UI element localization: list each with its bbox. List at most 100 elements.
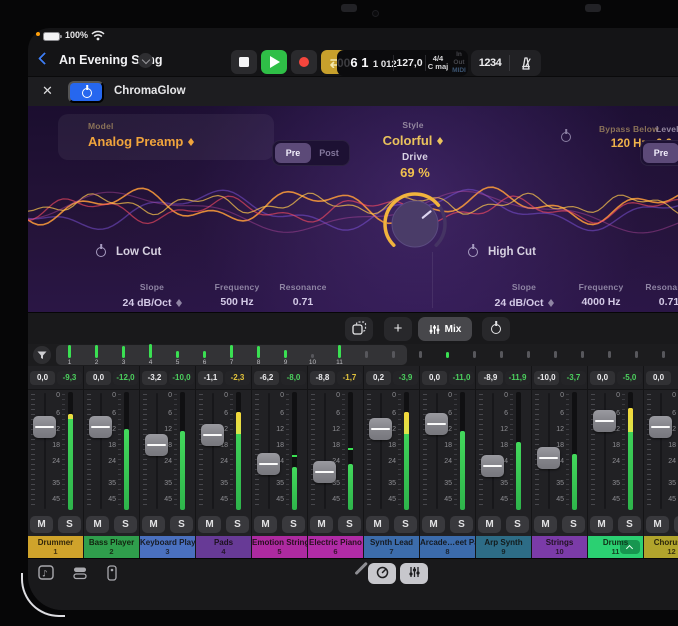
- solo-button[interactable]: S: [338, 516, 361, 533]
- fader-handle[interactable]: [145, 434, 168, 456]
- volume-value[interactable]: -10,0: [534, 371, 559, 385]
- solo-button[interactable]: S: [282, 516, 305, 533]
- volume-value[interactable]: 0,0: [590, 371, 615, 385]
- high-cut-power-icon[interactable]: [468, 247, 478, 257]
- fader-handle[interactable]: [369, 418, 392, 440]
- solo-button[interactable]: S: [450, 516, 473, 533]
- record-button[interactable]: [291, 50, 317, 74]
- mix-view-button[interactable]: Mix: [418, 317, 472, 341]
- fader-handle[interactable]: [425, 413, 448, 435]
- track-name-cell[interactable]: Drummer 1: [28, 536, 83, 558]
- filter-button[interactable]: [33, 346, 51, 364]
- collapse-track-stack-button[interactable]: [620, 540, 640, 554]
- mute-button[interactable]: M: [254, 516, 277, 533]
- stop-button[interactable]: [231, 50, 257, 74]
- duplicate-button[interactable]: [345, 317, 373, 341]
- mute-button[interactable]: M: [646, 516, 669, 533]
- solo-button[interactable]: S: [170, 516, 193, 533]
- volume-value[interactable]: -8,8: [310, 371, 335, 385]
- song-menu-button[interactable]: [138, 53, 153, 68]
- lcd-display[interactable]: 006 1 1 012 127,0 4/4C maj In Out MIDI: [337, 50, 468, 76]
- volume-value[interactable]: -1,1: [198, 371, 223, 385]
- mute-button[interactable]: M: [422, 516, 445, 533]
- metronome-icon[interactable]: [518, 56, 534, 71]
- high-cut-frequency[interactable]: Frequency 4000 Hz: [570, 282, 632, 308]
- low-cut-resonance[interactable]: Resonance 0.71: [274, 282, 332, 308]
- high-cut-pre-post-toggle[interactable]: Pre Post: [640, 140, 678, 166]
- fader-handle[interactable]: [257, 453, 280, 475]
- mute-button[interactable]: M: [142, 516, 165, 533]
- volume-value[interactable]: -8,9: [478, 371, 503, 385]
- volume-value[interactable]: 0,0: [646, 371, 671, 385]
- mute-button[interactable]: M: [198, 516, 221, 533]
- add-track-button[interactable]: +: [384, 317, 412, 341]
- track-name-cell[interactable]: Arp Synth 9: [476, 536, 531, 558]
- track-name-cell[interactable]: Electric Piano 6: [308, 536, 363, 558]
- fader-handle[interactable]: [89, 416, 112, 438]
- low-cut-pre-post-toggle[interactable]: Pre Post: [272, 140, 350, 166]
- style-selector[interactable]: Style Colorful: [358, 120, 468, 148]
- controls-view-button[interactable]: [368, 563, 396, 584]
- track-name-cell[interactable]: Chorus V 12: [644, 536, 678, 558]
- solo-button[interactable]: S: [226, 516, 249, 533]
- solo-button[interactable]: S: [618, 516, 641, 533]
- play-button[interactable]: [261, 50, 287, 74]
- count-in-button[interactable]: 1234: [471, 57, 509, 69]
- solo-button[interactable]: S: [58, 516, 81, 533]
- volume-value[interactable]: 0,0: [422, 371, 447, 385]
- solo-button[interactable]: S: [506, 516, 529, 533]
- solo-button[interactable]: S: [674, 516, 678, 533]
- fader-handle[interactable]: [201, 424, 224, 446]
- mute-button[interactable]: M: [478, 516, 501, 533]
- fader-handle[interactable]: [649, 416, 672, 438]
- solo-button[interactable]: S: [114, 516, 137, 533]
- pre-segment[interactable]: Pre: [643, 143, 678, 163]
- track-name-cell[interactable]: Bass Player 2: [84, 536, 139, 558]
- close-icon[interactable]: ✕: [42, 84, 53, 99]
- fader-handle[interactable]: [481, 455, 504, 477]
- volume-value[interactable]: -6,2: [254, 371, 279, 385]
- browser-icon[interactable]: [72, 565, 88, 586]
- high-cut-resonance[interactable]: Resonance 0.71: [640, 282, 678, 308]
- fader-handle[interactable]: [593, 410, 616, 432]
- back-chevron-icon[interactable]: [38, 52, 51, 65]
- volume-value[interactable]: -3,2: [142, 371, 167, 385]
- low-cut-frequency[interactable]: Frequency 500 Hz: [208, 282, 266, 308]
- drive-knob[interactable]: [375, 184, 455, 264]
- low-cut-power-icon[interactable]: [96, 247, 106, 257]
- track-name-cell[interactable]: Arcade…eet Pad 8: [420, 536, 475, 558]
- track-name-cell[interactable]: Pads 4: [196, 536, 251, 558]
- fader-handle[interactable]: [537, 447, 560, 469]
- solo-button[interactable]: S: [562, 516, 585, 533]
- track-name-cell[interactable]: Strings 10: [532, 536, 587, 558]
- post-segment[interactable]: Post: [311, 143, 347, 163]
- track-name-cell[interactable]: Drums 11: [588, 536, 643, 558]
- pencil-icon[interactable]: [354, 562, 367, 575]
- mute-button[interactable]: M: [30, 516, 53, 533]
- overview-slot: 11: [326, 344, 353, 366]
- model-selector[interactable]: Model Analog Preamp: [58, 114, 274, 160]
- mute-button[interactable]: M: [534, 516, 557, 533]
- level-meter: [180, 392, 185, 510]
- mute-button[interactable]: M: [590, 516, 613, 533]
- plugin-power-button[interactable]: [68, 81, 104, 103]
- volume-value[interactable]: 0,0: [86, 371, 111, 385]
- pre-segment[interactable]: Pre: [275, 143, 311, 163]
- solo-button[interactable]: S: [394, 516, 417, 533]
- track-name-cell[interactable]: Emotion Strings 5: [252, 536, 307, 558]
- track-name-cell[interactable]: Keyboard Player 3: [140, 536, 195, 558]
- fader-handle[interactable]: [313, 461, 336, 483]
- volume-value[interactable]: 0,0: [30, 371, 55, 385]
- plugin-chain-icon[interactable]: [106, 565, 118, 586]
- mixer-view-button[interactable]: [400, 563, 428, 584]
- volume-value[interactable]: 0,2: [366, 371, 391, 385]
- fader-handle[interactable]: [33, 416, 56, 438]
- high-cut-slope[interactable]: Slope 24 dB/Oct: [490, 282, 558, 310]
- mute-button[interactable]: M: [310, 516, 333, 533]
- mute-button[interactable]: M: [366, 516, 389, 533]
- mute-button[interactable]: M: [86, 516, 109, 533]
- low-cut-slope[interactable]: Slope 24 dB/Oct: [118, 282, 186, 310]
- track-name-cell[interactable]: Synth Lead 7: [364, 536, 419, 558]
- mixer-power-button[interactable]: [482, 317, 510, 341]
- bypass-power-icon[interactable]: [561, 132, 571, 142]
